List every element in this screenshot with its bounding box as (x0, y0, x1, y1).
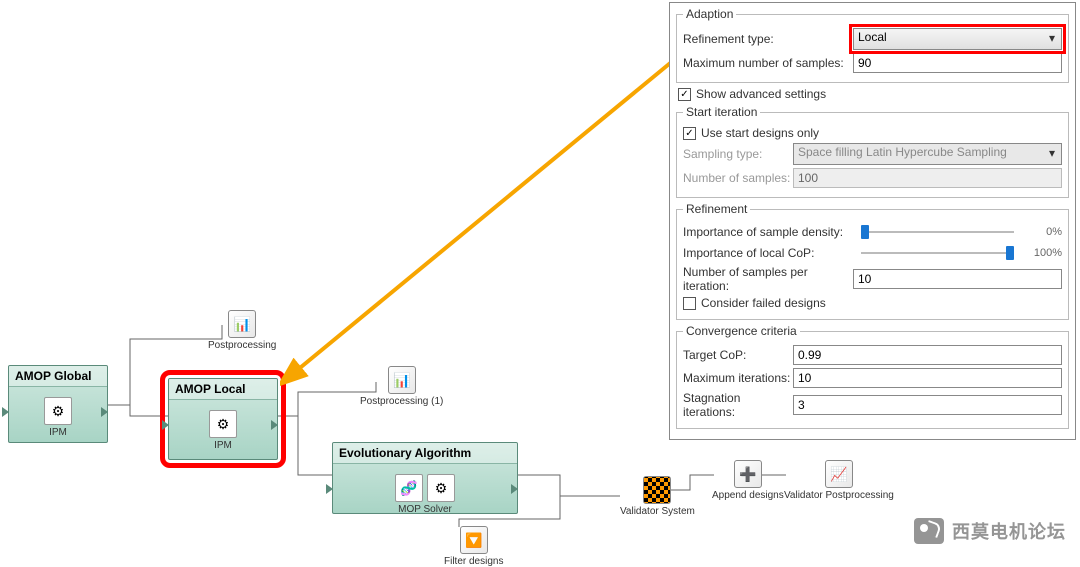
group-adaption: Adaption Refinement type: Local Maximum … (676, 7, 1069, 83)
legend-refinement: Refinement (683, 202, 750, 216)
tool-label: Validator System (620, 506, 695, 517)
watermark-text: 西莫电机论坛 (952, 518, 1066, 544)
gear-icon: ⚙ (44, 397, 72, 425)
label-max-iter: Maximum iterations: (683, 371, 793, 385)
gear-icon: ⚙ (209, 410, 237, 438)
node-amop-local[interactable]: AMOP Local ⚙ IPM (168, 378, 278, 460)
slider-imp-cop[interactable] (861, 244, 1014, 262)
checkbox-consider-failed[interactable] (683, 297, 696, 310)
label-stag-iter: Stagnation iterations: (683, 391, 793, 419)
tool-label: Postprocessing (208, 340, 276, 351)
output-port[interactable] (271, 420, 278, 430)
label-consider-failed: Consider failed designs (701, 296, 826, 310)
tool-validator-system[interactable]: Validator System (620, 476, 695, 517)
chart-icon: 📊 (228, 310, 256, 338)
node-title: AMOP Local (169, 379, 277, 400)
checkbox-show-advanced[interactable]: ✓ (678, 88, 691, 101)
tool-label: Append designs (712, 490, 784, 501)
output-port[interactable] (101, 407, 108, 417)
label-imp-cop: Importance of local CoP: (683, 246, 853, 260)
chart-icon: 📈 (825, 460, 853, 488)
legend-adaption: Adaption (683, 7, 736, 21)
label-show-advanced: Show advanced settings (696, 87, 826, 101)
node-sublabel: IPM (9, 427, 107, 442)
input-num-samples (793, 168, 1062, 188)
node-title: Evolutionary Algorithm (333, 443, 517, 464)
tool-label: Postprocessing (1) (360, 396, 443, 407)
callout-arrow-icon (280, 50, 700, 390)
input-max-iter[interactable] (793, 368, 1062, 388)
dna-icon: 🧬 (395, 474, 423, 502)
node-evolutionary-algorithm[interactable]: Evolutionary Algorithm 🧬 ⚙ MOP Solver (332, 442, 518, 514)
checkbox-use-start[interactable]: ✓ (683, 127, 696, 140)
input-port[interactable] (2, 407, 9, 417)
output-port[interactable] (511, 484, 518, 494)
settings-panel: Adaption Refinement type: Local Maximum … (669, 2, 1076, 440)
input-max-samples[interactable] (853, 53, 1062, 73)
select-refinement-type[interactable]: Local (853, 28, 1062, 50)
tool-validator-postprocessing[interactable]: 📈 Validator Postprocessing (784, 460, 894, 501)
label-num-per-iter: Number of samples per iteration: (683, 265, 853, 293)
value-imp-density: 0% (1022, 226, 1062, 238)
value-imp-cop: 100% (1022, 247, 1062, 259)
node-sublabel: MOP Solver (333, 504, 517, 519)
group-refinement: Refinement Importance of sample density:… (676, 202, 1069, 320)
label-target-cop: Target CoP: (683, 348, 793, 362)
append-icon: ➕ (734, 460, 762, 488)
tool-append-designs[interactable]: ➕ Append designs (712, 460, 784, 501)
tool-filter-designs[interactable]: 🔽 Filter designs (444, 526, 503, 567)
group-convergence: Convergence criteria Target CoP: Maximum… (676, 324, 1069, 429)
label-max-samples: Maximum number of samples: (683, 56, 853, 70)
wechat-icon (914, 518, 944, 544)
input-stag-iter[interactable] (793, 395, 1062, 415)
label-sampling-type: Sampling type: (683, 147, 793, 161)
node-amop-global[interactable]: AMOP Global ⚙ IPM (8, 365, 108, 443)
node-sublabel: IPM (169, 440, 277, 455)
checker-icon (643, 476, 671, 504)
watermark: 西莫电机论坛 (914, 518, 1066, 544)
label-use-start: Use start designs only (701, 126, 819, 140)
group-start-iteration: Start iteration ✓ Use start designs only… (676, 105, 1069, 198)
gear-icon: ⚙ (427, 474, 455, 502)
input-port[interactable] (326, 484, 333, 494)
select-sampling-type: Space filling Latin Hypercube Sampling (793, 143, 1062, 165)
legend-start-iteration: Start iteration (683, 105, 760, 119)
input-port[interactable] (162, 420, 169, 430)
tool-label: Validator Postprocessing (784, 490, 894, 501)
legend-convergence: Convergence criteria (683, 324, 800, 338)
workflow-canvas: AMOP Global ⚙ IPM 📊 Postprocessing AMOP … (0, 0, 1080, 558)
label-refinement-type: Refinement type: (683, 32, 853, 46)
input-num-per-iter[interactable] (853, 269, 1062, 289)
input-target-cop[interactable] (793, 345, 1062, 365)
filter-icon: 🔽 (460, 526, 488, 554)
slider-imp-density[interactable] (861, 223, 1014, 241)
tool-postprocessing[interactable]: 📊 Postprocessing (208, 310, 276, 351)
label-imp-density: Importance of sample density: (683, 225, 853, 239)
label-num-samples: Number of samples: (683, 171, 793, 185)
node-title: AMOP Global (9, 366, 107, 387)
